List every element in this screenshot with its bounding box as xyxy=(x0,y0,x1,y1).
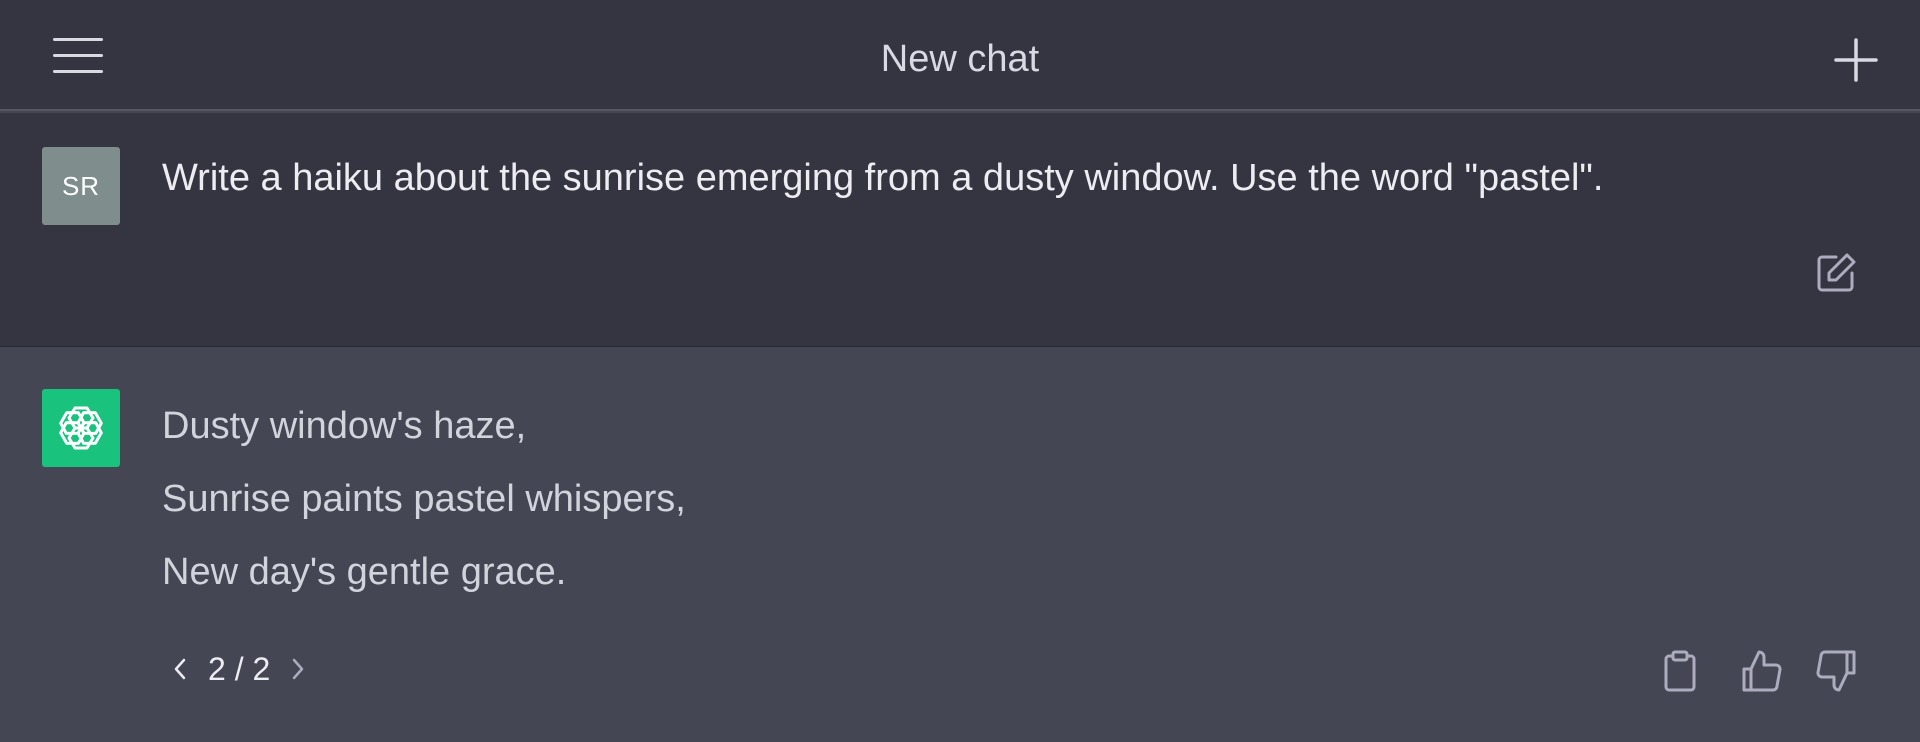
avatar: SR xyxy=(42,147,120,225)
thumbs-down-icon[interactable] xyxy=(1814,649,1858,693)
page-title: New chat xyxy=(880,38,1040,80)
chevron-left-icon[interactable] xyxy=(166,649,194,689)
response-pager: 2 / 2 xyxy=(166,649,312,689)
openai-logo-icon xyxy=(42,389,120,467)
user-message-text: Write a haiku about the sunrise emerging… xyxy=(162,157,1604,199)
thumbs-up-icon[interactable] xyxy=(1740,649,1784,693)
clipboard-icon[interactable] xyxy=(1658,649,1702,693)
response-line: New day's gentle grace. xyxy=(162,551,567,593)
user-message: SR Write a haiku about the sunrise emerg… xyxy=(0,113,1920,347)
plus-icon[interactable] xyxy=(1834,38,1878,82)
response-line: Dusty window's haze, xyxy=(162,405,527,447)
top-bar: New chat xyxy=(0,0,1920,111)
response-line: Sunrise paints pastel whispers, xyxy=(162,478,686,520)
edit-icon[interactable] xyxy=(1814,251,1858,295)
assistant-message: Dusty window's haze, Sunrise paints past… xyxy=(0,347,1920,742)
pager-count: 2 / 2 xyxy=(208,650,271,687)
chevron-right-icon[interactable] xyxy=(284,649,312,689)
